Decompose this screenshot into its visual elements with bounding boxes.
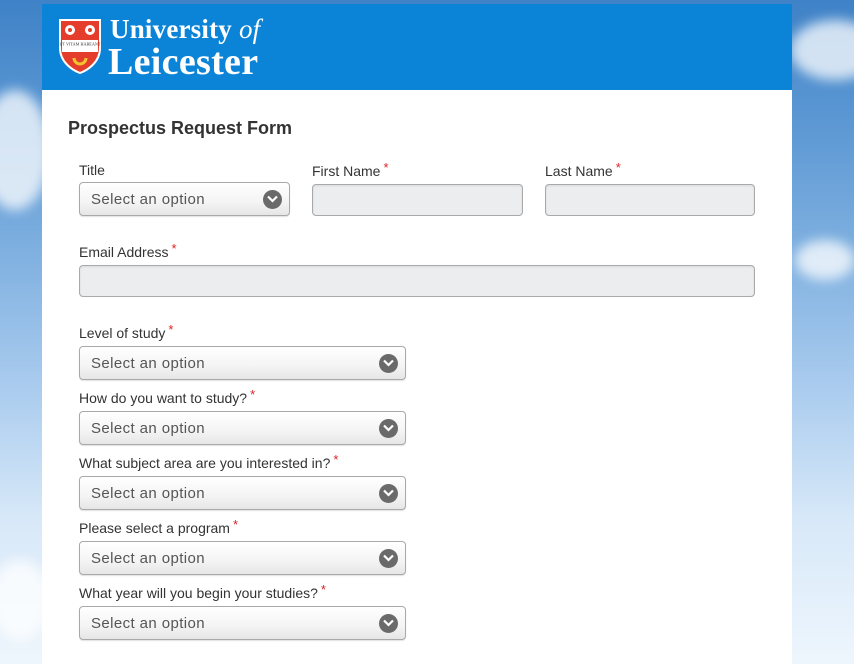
brand-name-line2[interactable]: Leicester [108,40,258,84]
start-year-label: What year will you begin your studies? * [79,582,326,601]
study-mode-value: Select an option [91,420,205,437]
chevron-down-icon [379,354,398,373]
program-label: Please select a program * [79,517,239,536]
required-marker: * [333,452,339,467]
required-marker: * [383,160,389,175]
title-select-value: Select an option [91,191,205,208]
level-of-study-select[interactable]: Select an option [79,346,406,380]
required-marker: * [171,241,177,256]
required-marker: * [168,322,174,337]
last-name-field[interactable] [545,184,755,216]
svg-text:UT VITAM HABEANT: UT VITAM HABEANT [60,42,101,47]
required-marker: * [250,387,256,402]
start-year-select[interactable]: Select an option [79,606,406,640]
university-crest-icon: UT VITAM HABEANT [59,19,101,74]
study-mode-label: How do you want to study? * [79,387,256,406]
last-name-label: Last Name * [545,160,621,179]
site-header: UT VITAM HABEANT University of Leicester [42,4,792,90]
email-field[interactable] [79,265,755,297]
subject-area-label: What subject area are you interested in?… [79,452,339,471]
required-marker: * [320,582,326,597]
chevron-down-icon [379,419,398,438]
chevron-down-icon [379,484,398,503]
title-select[interactable]: Select an option [79,182,290,216]
subject-area-value: Select an option [91,485,205,502]
program-select[interactable]: Select an option [79,541,406,575]
chevron-down-icon [379,614,398,633]
title-label: Title [79,162,105,178]
subject-area-select[interactable]: Select an option [79,476,406,510]
required-marker: * [232,517,239,532]
chevron-down-icon [263,190,282,209]
page-title: Prospectus Request Form [68,118,293,138]
chevron-down-icon [379,549,398,568]
program-value: Select an option [91,550,205,567]
email-label: Email Address * [79,241,177,260]
level-of-study-value: Select an option [91,355,205,372]
first-name-field[interactable] [312,184,523,216]
cloud [795,240,854,280]
cloud [790,20,854,80]
level-of-study-label: Level of study * [79,322,174,341]
study-mode-select[interactable]: Select an option [79,411,406,445]
first-name-label: First Name * [312,160,389,179]
required-marker: * [615,160,621,175]
form-panel: UT VITAM HABEANT University of Leicester… [42,4,792,664]
start-year-value: Select an option [91,615,205,632]
